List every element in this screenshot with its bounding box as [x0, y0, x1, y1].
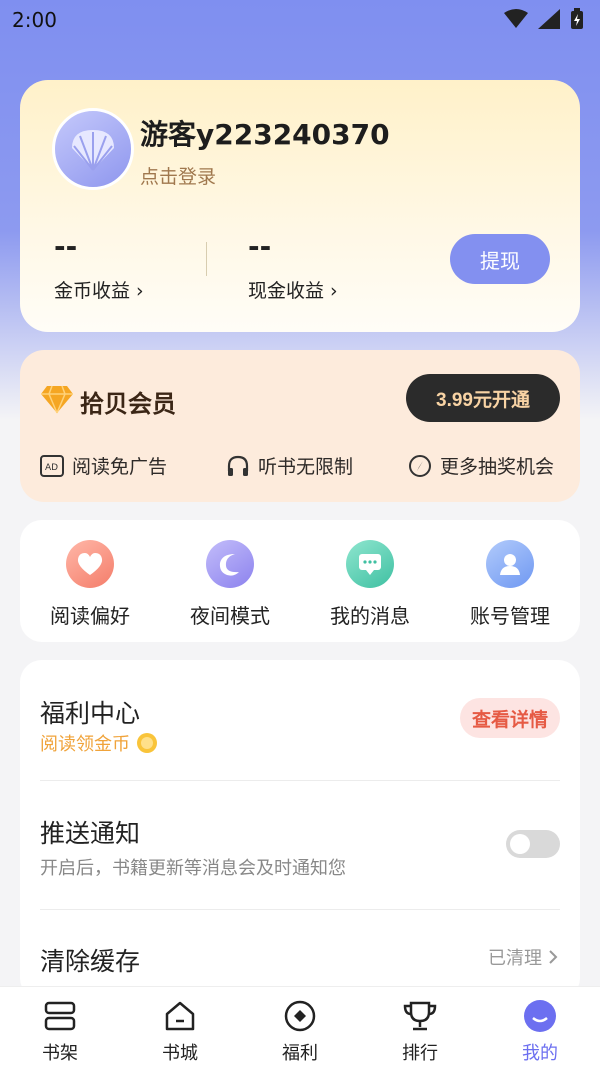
- coin-earnings-link[interactable]: 金币收益 ›: [54, 276, 144, 303]
- message-icon: [346, 540, 394, 588]
- login-link[interactable]: 点击登录: [140, 162, 216, 189]
- profile-icon: [480, 997, 600, 1035]
- quick-action-messages[interactable]: 我的消息: [300, 540, 440, 629]
- push-notification-toggle[interactable]: [506, 830, 560, 858]
- user-name: 游客y223240370: [140, 118, 390, 151]
- nav-label: 书城: [162, 1043, 198, 1064]
- quick-action-label: 我的消息: [330, 604, 410, 628]
- diamond-icon: [41, 385, 73, 414]
- nav-profile[interactable]: 我的: [480, 997, 600, 1065]
- welfare-icon: [240, 997, 360, 1035]
- wifi-icon: [504, 9, 528, 28]
- vip-benefit-label: 阅读免广告: [72, 456, 168, 478]
- vip-benefit-no-ads: AD 阅读免广告: [40, 452, 167, 479]
- quick-action-night-mode[interactable]: 夜间模式: [160, 540, 300, 629]
- vip-benefit-audiobook: 听书无限制: [226, 452, 353, 479]
- bookstore-icon: [120, 997, 240, 1035]
- push-notification-title: 推送通知: [40, 819, 141, 848]
- vip-open-button[interactable]: 3.99元开通: [406, 374, 560, 422]
- cache-status-label: 已清理: [488, 948, 542, 969]
- vip-card: 拾贝会员 3.99元开通 AD 阅读免广告 听书无限制 更多抽奖机会: [20, 350, 580, 502]
- divider: [40, 780, 560, 781]
- push-notification-subtitle: 开启后，书籍更新等消息会及时通知您: [40, 858, 346, 879]
- status-bar: 2:00: [0, 0, 600, 40]
- compass-icon: [409, 454, 431, 477]
- quick-action-label: 账号管理: [470, 604, 550, 628]
- avatar[interactable]: [52, 108, 134, 190]
- cash-earnings-label: 现金收益: [248, 280, 325, 302]
- vip-benefit-label: 更多抽奖机会: [440, 456, 555, 478]
- nav-welfare[interactable]: 福利: [240, 997, 360, 1065]
- quick-action-account[interactable]: 账号管理: [440, 540, 580, 629]
- welfare-center-title: 福利中心: [40, 699, 141, 728]
- coin-earnings-value: --: [54, 230, 78, 263]
- cash-earnings-link[interactable]: 现金收益 ›: [248, 276, 338, 303]
- quick-actions-card: 阅读偏好 夜间模式 我的消息 账号管理: [20, 520, 580, 642]
- battery-icon: [571, 8, 583, 29]
- chevron-right-icon: ›: [324, 280, 338, 302]
- quick-action-reading-preference[interactable]: 阅读偏好: [20, 540, 160, 629]
- nav-label: 书架: [42, 1043, 78, 1064]
- withdraw-button[interactable]: 提现: [450, 234, 550, 284]
- user-card: 游客y223240370 点击登录 -- 金币收益 › -- 现金收益 › 提现: [20, 80, 580, 332]
- nav-bookshelf[interactable]: 书架: [0, 997, 120, 1065]
- heart-icon: [66, 540, 114, 588]
- settings-card: 福利中心 阅读领金币 查看详情 推送通知 开启后，书籍更新等消息会及时通知您 清…: [20, 660, 580, 1000]
- quick-action-label: 夜间模式: [190, 604, 270, 628]
- clear-cache-status: 已清理: [488, 944, 558, 970]
- coin-earnings-label: 金币收益: [54, 280, 131, 302]
- chevron-right-icon: [549, 950, 558, 964]
- bookshelf-icon: [0, 997, 120, 1035]
- nav-bookstore[interactable]: 书城: [120, 997, 240, 1065]
- coin-icon: [137, 733, 157, 753]
- welfare-center-subtitle: 阅读领金币: [40, 734, 130, 755]
- stat-divider: [206, 242, 207, 276]
- vip-benefit-lottery: 更多抽奖机会: [408, 452, 554, 479]
- divider: [40, 909, 560, 910]
- view-details-button[interactable]: 查看详情: [460, 698, 560, 738]
- signal-icon: [538, 9, 560, 29]
- nav-label: 我的: [522, 1043, 558, 1064]
- svg-text:AD: AD: [45, 463, 58, 473]
- account-icon: [486, 540, 534, 588]
- clear-cache-title: 清除缓存: [40, 947, 141, 976]
- status-icons: [504, 8, 584, 30]
- trophy-icon: [360, 997, 480, 1035]
- vip-benefit-label: 听书无限制: [258, 456, 354, 478]
- chevron-right-icon: ›: [130, 280, 144, 302]
- nav-label: 福利: [282, 1043, 318, 1064]
- cash-earnings-value: --: [248, 230, 272, 263]
- shell-logo-icon: [72, 130, 114, 171]
- moon-icon: [206, 540, 254, 588]
- nav-ranking[interactable]: 排行: [360, 997, 480, 1065]
- quick-action-label: 阅读偏好: [50, 604, 130, 628]
- toggle-knob: [510, 834, 530, 854]
- status-time: 2:00: [12, 8, 57, 32]
- vip-title: 拾贝会员: [80, 389, 176, 418]
- bottom-nav: 书架 书城 福利 排行 我的: [0, 986, 600, 1067]
- ad-free-icon: AD: [40, 454, 64, 477]
- nav-label: 排行: [402, 1043, 438, 1064]
- headphones-icon: [227, 455, 249, 476]
